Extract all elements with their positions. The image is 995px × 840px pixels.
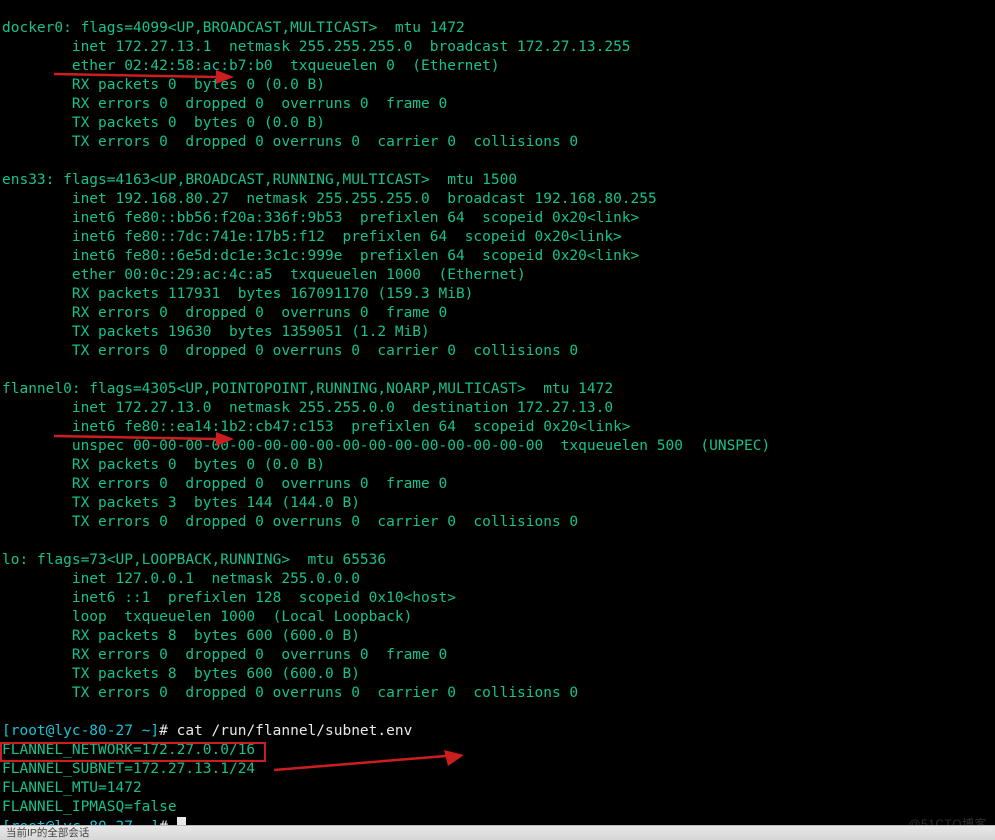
- iface-lo-txerr: TX errors 0 dropped 0 overruns 0 carrier…: [2, 685, 578, 701]
- iface-ens33-inet6c: inet6 fe80::6e5d:dc1e:3c1c:999e prefixle…: [2, 248, 639, 264]
- iface-flannel0-rx: RX packets 0 bytes 0 (0.0 B): [2, 457, 325, 473]
- iface-flannel0-header: flannel0: flags=4305<UP,POINTOPOINT,RUNN…: [2, 381, 613, 397]
- iface-lo-inet: inet 127.0.0.1 netmask 255.0.0.0: [2, 571, 360, 587]
- iface-lo-rx: RX packets 8 bytes 600 (600.0 B): [2, 628, 360, 644]
- iface-ens33-txerr: TX errors 0 dropped 0 overruns 0 carrier…: [2, 343, 578, 359]
- env-network: FLANNEL_NETWORK=172.27.0.0/16: [2, 742, 255, 758]
- tab-bar[interactable]: 当前IP的全部会话: [0, 825, 995, 840]
- prompt-hash: #: [159, 723, 176, 739]
- prompt-user-host: [root@lyc-80-27 ~]: [2, 723, 159, 739]
- iface-ens33-header: ens33: flags=4163<UP,BROADCAST,RUNNING,M…: [2, 172, 517, 188]
- iface-ens33-ether: ether 00:0c:29:ac:4c:a5 txqueuelen 1000 …: [2, 267, 526, 283]
- iface-ens33-tx: TX packets 19630 bytes 1359051 (1.2 MiB): [2, 324, 430, 340]
- iface-ens33-inet: inet 192.168.80.27 netmask 255.255.255.0…: [2, 191, 657, 207]
- iface-docker0-rx: RX packets 0 bytes 0 (0.0 B): [2, 77, 325, 93]
- tab-label[interactable]: 当前IP的全部会话: [6, 824, 89, 840]
- iface-lo-tx: TX packets 8 bytes 600 (600.0 B): [2, 666, 360, 682]
- iface-docker0-ether: ether 02:42:58:ac:b7:b0 txqueuelen 0 (Et…: [2, 58, 500, 74]
- iface-flannel0-inet6: inet6 fe80::ea14:1b2:cb47:c153 prefixlen…: [2, 419, 631, 435]
- iface-docker0-txerr: TX errors 0 dropped 0 overruns 0 carrier…: [2, 134, 578, 150]
- env-ipmasq: FLANNEL_IPMASQ=false: [2, 799, 177, 815]
- iface-lo-header: lo: flags=73<UP,LOOPBACK,RUNNING> mtu 65…: [2, 552, 386, 568]
- env-mtu: FLANNEL_MTU=1472: [2, 780, 142, 796]
- prompt-line-1: [root@lyc-80-27 ~]# cat /run/flannel/sub…: [2, 723, 412, 739]
- iface-docker0-inet: inet 172.27.13.1 netmask 255.255.255.0 b…: [2, 39, 631, 55]
- terminal[interactable]: docker0: flags=4099<UP,BROADCAST,MULTICA…: [0, 0, 995, 840]
- iface-flannel0-tx: TX packets 3 bytes 144 (144.0 B): [2, 495, 360, 511]
- iface-docker0-rxerr: RX errors 0 dropped 0 overruns 0 frame 0: [2, 96, 447, 112]
- env-subnet: FLANNEL_SUBNET=172.27.13.1/24: [2, 761, 255, 777]
- iface-docker0-tx: TX packets 0 bytes 0 (0.0 B): [2, 115, 325, 131]
- iface-ens33-rx: RX packets 117931 bytes 167091170 (159.3…: [2, 286, 473, 302]
- iface-lo-inet6: inet6 ::1 prefixlen 128 scopeid 0x10<hos…: [2, 590, 456, 606]
- iface-lo-rxerr: RX errors 0 dropped 0 overruns 0 frame 0: [2, 647, 447, 663]
- iface-ens33-inet6b: inet6 fe80::7dc:741e:17b5:f12 prefixlen …: [2, 229, 622, 245]
- iface-flannel0-rxerr: RX errors 0 dropped 0 overruns 0 frame 0: [2, 476, 447, 492]
- iface-lo-loop: loop txqueuelen 1000 (Local Loopback): [2, 609, 412, 625]
- prompt-command: cat /run/flannel/subnet.env: [177, 723, 413, 739]
- iface-docker0-header: docker0: flags=4099<UP,BROADCAST,MULTICA…: [2, 20, 465, 36]
- iface-ens33-rxerr: RX errors 0 dropped 0 overruns 0 frame 0: [2, 305, 447, 321]
- iface-flannel0-inet: inet 172.27.13.0 netmask 255.255.0.0 des…: [2, 400, 613, 416]
- iface-ens33-inet6a: inet6 fe80::bb56:f20a:336f:9b53 prefixle…: [2, 210, 639, 226]
- iface-flannel0-txerr: TX errors 0 dropped 0 overruns 0 carrier…: [2, 514, 578, 530]
- iface-flannel0-unspec: unspec 00-00-00-00-00-00-00-00-00-00-00-…: [2, 438, 770, 454]
